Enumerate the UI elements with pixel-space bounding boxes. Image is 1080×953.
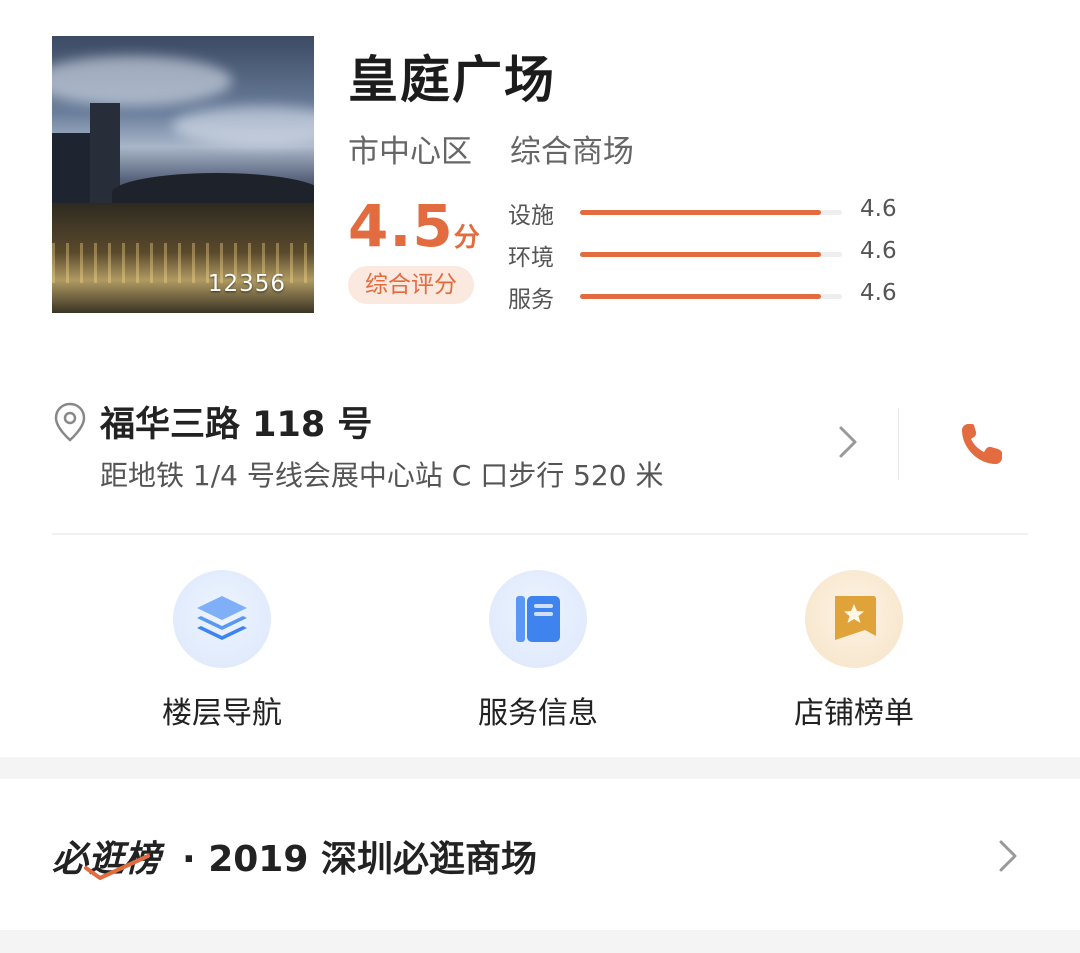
rating-row-service: 服务 4.6 (508, 280, 928, 322)
rating-label: 环境 (508, 245, 554, 271)
chevron-right-icon[interactable] (996, 838, 1020, 878)
overall-score: 4.5分 (348, 192, 480, 260)
section-separator (0, 757, 1080, 779)
notebook-icon (489, 570, 587, 668)
quick-actions: 楼层导航 服务信息 店铺榜单 (0, 560, 1080, 750)
ranking-row[interactable]: 必逛榜 · 2019 深圳必逛商场 (0, 800, 1080, 910)
mall-tags: 市中心区 综合商场 (348, 126, 662, 171)
mall-header: 12356 皇庭广场 市中心区 综合商场 4.5分 综合评分 设施 4.6 环境… (0, 0, 1080, 340)
rating-label: 服务 (508, 287, 554, 313)
score-unit: 分 (453, 223, 480, 253)
address-row[interactable]: 福华三路 118 号 距地铁 1/4 号线会展中心站 C 口步行 520 米 (0, 380, 1080, 510)
layers-icon (173, 570, 271, 668)
chevron-right-icon[interactable] (836, 424, 860, 464)
address-street: 福华三路 118 号 (100, 405, 373, 445)
rating-row-environment: 环境 4.6 (508, 238, 928, 280)
rating-value: 4.6 (860, 280, 897, 306)
rating-bar-track (580, 294, 842, 299)
cloud-shape (52, 56, 232, 106)
mall-cover-photo[interactable]: 12356 (52, 36, 314, 313)
floor-navigation-button[interactable]: 楼层导航 (122, 570, 322, 732)
rating-value: 4.6 (860, 196, 897, 222)
section-divider (52, 533, 1028, 535)
rating-bar-track (580, 210, 842, 215)
ranking-title: · 2019 深圳必逛商场 (182, 839, 537, 880)
mall-name: 皇庭广场 (348, 51, 556, 109)
checkmark-icon (82, 850, 152, 891)
rating-label: 设施 (508, 203, 554, 229)
rating-breakdown: 设施 4.6 环境 4.6 服务 4.6 (508, 196, 928, 322)
rating-bar-fill (580, 210, 822, 215)
vertical-divider (898, 408, 899, 480)
must-visit-logo: 必逛榜 (52, 830, 160, 882)
rating-row-facilities: 设施 4.6 (508, 196, 928, 238)
action-label: 楼层导航 (162, 696, 282, 731)
rating-bar-fill (580, 294, 822, 299)
shop-ranking-button[interactable]: 店铺榜单 (754, 570, 954, 732)
photo-count: 12356 (207, 271, 286, 297)
rating-bar-track (580, 252, 842, 257)
score-label: 综合评分 (348, 266, 474, 304)
action-label: 店铺榜单 (794, 696, 914, 731)
star-flag-icon (805, 570, 903, 668)
service-info-button[interactable]: 服务信息 (438, 570, 638, 732)
location-pin-icon (54, 402, 86, 446)
rating-bar-fill (580, 252, 822, 257)
phone-icon[interactable] (956, 420, 1006, 474)
score-value: 4.5 (348, 192, 454, 260)
rating-value: 4.6 (860, 238, 897, 264)
cloud-shape (172, 106, 314, 146)
address-directions: 距地铁 1/4 号线会展中心站 C 口步行 520 米 (100, 459, 664, 492)
section-separator (0, 930, 1080, 953)
district-tag: 市中心区 (348, 134, 472, 170)
action-label: 服务信息 (478, 696, 598, 731)
category-tag: 综合商场 (509, 134, 634, 170)
